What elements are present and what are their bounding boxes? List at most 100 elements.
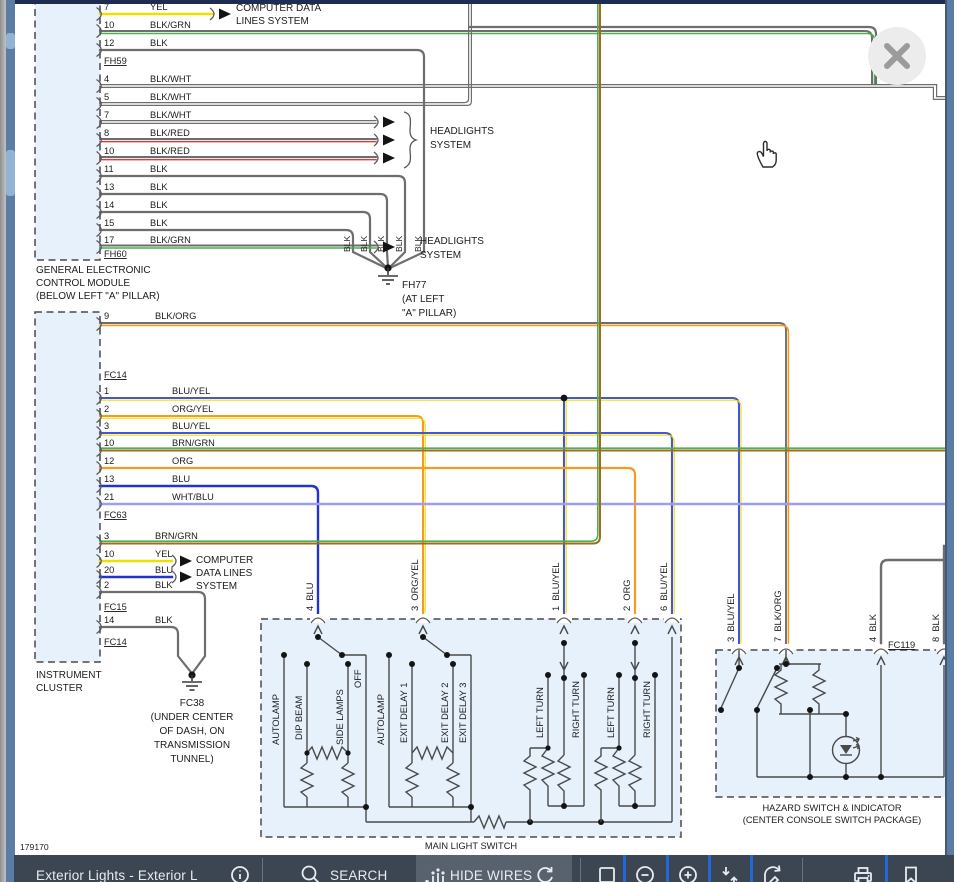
svg-text:BLK: BLK xyxy=(394,235,404,252)
svg-text:1: 1 xyxy=(104,386,109,396)
save-bookmark-button[interactable] xyxy=(901,865,921,882)
diagram-id: 179170 xyxy=(20,842,49,852)
connector-fh60: FH60 xyxy=(104,249,127,259)
print-button[interactable] xyxy=(852,865,874,882)
svg-text:8 BLK: 8 BLK xyxy=(931,613,941,642)
connector-fc14a: FC14 xyxy=(104,370,127,380)
svg-text:TUNNEL): TUNNEL) xyxy=(170,754,213,765)
left-scrollbar[interactable] xyxy=(6,0,15,882)
svg-text:21: 21 xyxy=(104,492,114,502)
svg-text:FH77: FH77 xyxy=(402,280,427,291)
fh77-ground-label: FH77 (AT LEFT "A" PILLAR) xyxy=(402,280,456,319)
select-region-button[interactable] xyxy=(597,865,617,882)
svg-text:CLUSTER: CLUSTER xyxy=(36,683,83,694)
svg-text:EXIT DELAY 1: EXIT DELAY 1 xyxy=(399,683,409,743)
fit-to-screen-icon xyxy=(719,865,741,882)
svg-text:BLK: BLK xyxy=(155,615,173,625)
blk-wire-tags: BLK BLK BLK BLK BLK xyxy=(342,235,423,252)
svg-text:3 ORG/YEL: 3 ORG/YEL xyxy=(410,559,420,611)
svg-text:BLK: BLK xyxy=(155,580,173,590)
svg-text:BLK: BLK xyxy=(150,38,168,48)
svg-text:5: 5 xyxy=(104,92,109,102)
svg-text:4 BLK: 4 BLK xyxy=(868,613,878,642)
svg-text:BLK: BLK xyxy=(342,235,352,252)
svg-text:WHT/BLU: WHT/BLU xyxy=(172,492,214,502)
svg-text:2: 2 xyxy=(104,404,109,414)
zoom-out-icon xyxy=(635,865,657,882)
toolbar-blue-divider xyxy=(750,855,753,882)
rotate-view-icon xyxy=(761,864,785,882)
svg-text:HEADLIGHTS: HEADLIGHTS xyxy=(430,126,494,137)
hide-wires-label: HIDE WIRES xyxy=(450,868,532,882)
svg-text:BLK/RED: BLK/RED xyxy=(150,146,190,156)
svg-text:11: 11 xyxy=(104,164,114,174)
print-icon xyxy=(852,865,874,882)
wiring-diagram-canvas: 7YEL 10BLK/GRN 12BLK FH59 4BLK/WHT 5BLK/… xyxy=(14,4,954,852)
bottom-toolbar: Exterior Lights - Exterior L SEARCH HIDE… xyxy=(14,855,954,882)
toolbar-blue-divider xyxy=(708,855,711,882)
svg-text:BLK/GRN: BLK/GRN xyxy=(150,235,191,245)
svg-text:8: 8 xyxy=(104,128,109,138)
svg-text:(UNDER CENTER: (UNDER CENTER xyxy=(151,712,234,723)
svg-text:HEADLIGHTS: HEADLIGHTS xyxy=(420,236,484,247)
select-region-icon xyxy=(597,865,617,882)
headlights-brace xyxy=(404,112,416,168)
hide-wires-button[interactable]: HIDE WIRES xyxy=(416,855,572,882)
svg-text:BLK: BLK xyxy=(150,218,168,228)
svg-text:TRANSMISSION: TRANSMISSION xyxy=(154,740,230,751)
svg-text:COMPUTER: COMPUTER xyxy=(196,555,253,566)
svg-text:12: 12 xyxy=(104,38,114,48)
svg-text:9: 9 xyxy=(104,311,109,321)
svg-text:DATA LINES: DATA LINES xyxy=(196,568,253,579)
svg-text:4: 4 xyxy=(104,74,109,84)
hazard-caption-1: HAZARD SWITCH & INDICATOR xyxy=(762,803,901,813)
svg-text:13: 13 xyxy=(104,474,114,484)
search-label[interactable]: SEARCH xyxy=(330,868,387,882)
search-button[interactable] xyxy=(300,864,322,882)
scrollbar-thumb[interactable] xyxy=(6,150,15,196)
close-button[interactable] xyxy=(868,27,926,85)
svg-text:"A" PILLAR): "A" PILLAR) xyxy=(402,308,456,319)
svg-text:14: 14 xyxy=(104,200,114,210)
junction-dot xyxy=(561,395,568,402)
ground-fc38 xyxy=(182,671,202,690)
svg-text:10: 10 xyxy=(104,146,114,156)
ic-pin-labels: 9BLK/ORG FC14 1BLU/YEL 2ORG/YEL 3BLU/YEL… xyxy=(104,311,215,647)
svg-text:BRN/GRN: BRN/GRN xyxy=(155,531,198,541)
svg-text:BLK/RED: BLK/RED xyxy=(150,128,190,138)
toolbar-blue-divider xyxy=(666,855,669,882)
svg-text:OFF: OFF xyxy=(353,669,363,688)
toolbar-blue-divider xyxy=(885,855,888,882)
scrollbar-thumb[interactable] xyxy=(6,33,15,49)
svg-text:SYSTEM: SYSTEM xyxy=(196,581,237,592)
window-top-edge xyxy=(14,0,945,4)
reset-view-icon[interactable] xyxy=(534,864,556,882)
toolbar-blue-divider xyxy=(623,855,626,882)
fit-to-screen-button[interactable] xyxy=(719,865,741,882)
svg-text:1 BLU/YEL: 1 BLU/YEL xyxy=(551,562,561,611)
info-button[interactable] xyxy=(230,865,250,882)
zoom-in-button[interactable] xyxy=(678,865,700,882)
svg-text:BLK: BLK xyxy=(150,164,168,174)
right-scrollbar[interactable] xyxy=(945,0,954,855)
hide-wires-icon xyxy=(424,865,446,882)
zoom-out-button[interactable] xyxy=(635,865,657,882)
svg-text:2 ORG: 2 ORG xyxy=(622,579,632,611)
svg-text:BLK: BLK xyxy=(150,200,168,210)
svg-text:3 BLU/YEL: 3 BLU/YEL xyxy=(726,593,736,642)
rotate-view-button[interactable] xyxy=(761,864,785,882)
svg-text:LINES SYSTEM: LINES SYSTEM xyxy=(236,16,309,27)
connector-fh59: FH59 xyxy=(104,56,127,66)
svg-text:BLK: BLK xyxy=(376,235,386,252)
svg-text:3: 3 xyxy=(104,421,109,431)
svg-text:(BELOW LEFT "A" PILLAR): (BELOW LEFT "A" PILLAR) xyxy=(36,291,160,302)
svg-text:BLK/ORG: BLK/ORG xyxy=(155,311,196,321)
svg-text:BLU: BLU xyxy=(155,565,173,575)
main-light-switch-caption: MAIN LIGHT SWITCH xyxy=(425,841,517,851)
svg-text:BLU: BLU xyxy=(172,474,190,484)
svg-text:INSTRUMENT: INSTRUMENT xyxy=(36,670,102,681)
gem-pin-labels: 7YEL 10BLK/GRN 12BLK FH59 4BLK/WHT 5BLK/… xyxy=(104,4,192,259)
gem-module-box xyxy=(35,4,100,260)
svg-text:10: 10 xyxy=(104,20,114,30)
hazard-switch-box xyxy=(716,650,954,797)
